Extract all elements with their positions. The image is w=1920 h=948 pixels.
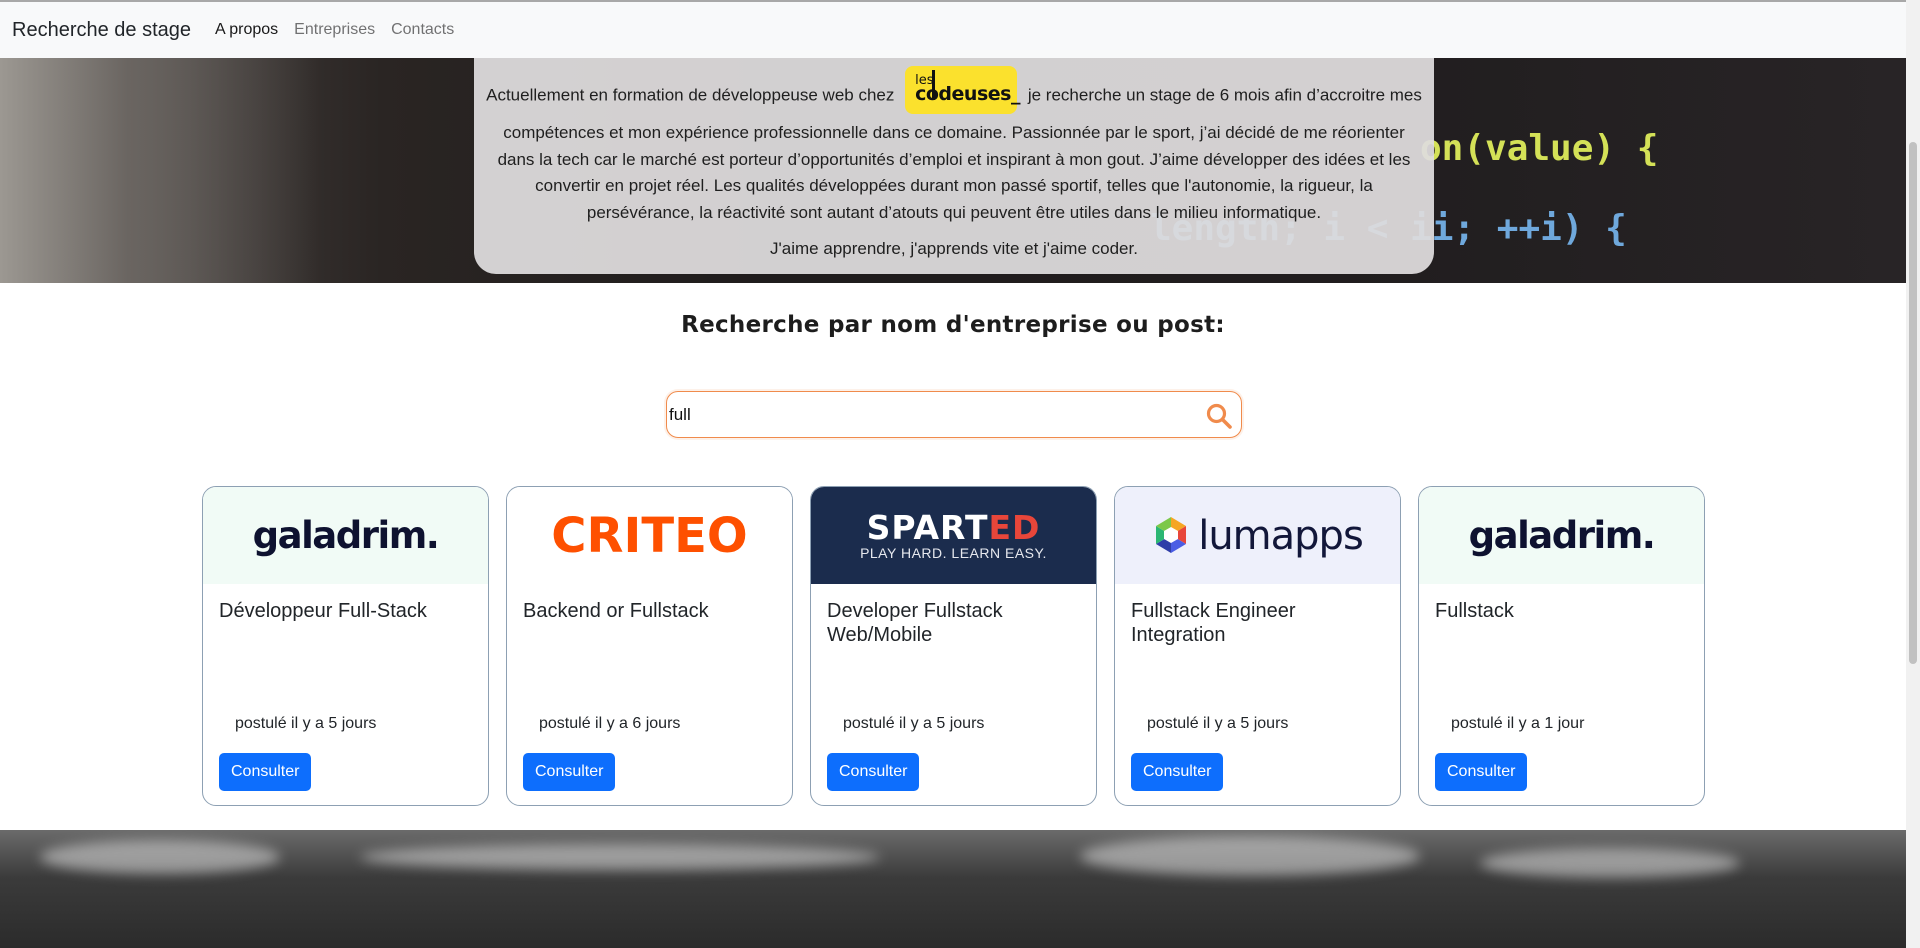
offer-applied-date: postulé il y a 5 jours xyxy=(235,715,377,732)
lumapps-hexagon-icon xyxy=(1156,516,1187,553)
offers-list: galadrim. Développeur Full-Stack postulé… xyxy=(202,486,1705,806)
navbar-brand[interactable]: Recherche de stage xyxy=(12,19,191,42)
company-logo-text: galadrim. xyxy=(252,514,440,557)
company-logo-tagline: PLAY HARD. LEARN EASY. xyxy=(860,544,1047,561)
offer-card: lumapps Fullstack Engineer Integration p… xyxy=(1114,486,1401,806)
offer-applied-date: postulé il y a 5 jours xyxy=(1147,715,1289,732)
consult-button[interactable]: Consulter xyxy=(523,753,616,791)
sparted-logo: SPARTED PLAY HARD. LEARN EASY. xyxy=(860,507,1047,561)
company-logo-text: galadrim. xyxy=(1468,514,1656,557)
lumapps-logo: lumapps xyxy=(1152,512,1364,559)
offer-title: Backend or Fullstack xyxy=(523,600,709,622)
offer-applied-date: postulé il y a 5 jours xyxy=(843,715,985,732)
offer-applied-date: postulé il y a 1 jour xyxy=(1451,715,1585,732)
search-title: Recherche par nom d'entreprise ou post: xyxy=(681,312,1225,338)
company-logo-sparted: SPARTED PLAY HARD. LEARN EASY. xyxy=(811,487,1096,584)
footer-background-image xyxy=(0,830,1906,948)
offer-title: Développeur Full-Stack xyxy=(219,600,427,622)
offer-title: Developer Fullstack Web/Mobile xyxy=(827,600,1003,646)
nav-link-a-propos[interactable]: A propos xyxy=(215,21,278,39)
page-scrollbar-thumb[interactable] xyxy=(1909,142,1917,664)
company-logo-lumapps: lumapps xyxy=(1115,487,1400,584)
offer-card: galadrim. Fullstack postulé il y a 1 jou… xyxy=(1418,486,1705,806)
company-logo-galadrim: galadrim. xyxy=(1419,487,1704,584)
offer-card: CRITEO Backend or Fullstack postulé il y… xyxy=(506,486,793,806)
company-logo-galadrim: galadrim. xyxy=(203,487,488,584)
company-logo-criteo: CRITEO xyxy=(507,487,792,584)
consult-button[interactable]: Consulter xyxy=(219,753,312,791)
nav-link-entreprises[interactable]: Entreprises xyxy=(294,21,375,39)
les-codeuses-logo: les codeuses_ xyxy=(905,66,1020,114)
company-logo-text: SPARTED xyxy=(866,507,1041,547)
about-panel: Actuellement en formation de développeus… xyxy=(474,58,1434,274)
offer-card: galadrim. Développeur Full-Stack postulé… xyxy=(202,486,489,806)
consult-button[interactable]: Consulter xyxy=(827,753,920,791)
offer-title: Fullstack Engineer Integration xyxy=(1131,600,1296,646)
logo-line-2: codeuses_ xyxy=(915,83,1020,105)
search-icon[interactable] xyxy=(1205,402,1233,430)
offer-applied-date: postulé il y a 6 jours xyxy=(539,715,681,732)
hero-code-line-1: on(value) { xyxy=(1420,128,1659,169)
navbar: Recherche de stage A propos Entreprises … xyxy=(0,2,1906,58)
search-bar xyxy=(666,391,1242,438)
consult-button[interactable]: Consulter xyxy=(1435,753,1528,791)
nav-link-contacts[interactable]: Contacts xyxy=(391,21,454,39)
about-closing: J'aime apprendre, j'apprends vite et j'a… xyxy=(770,239,1138,258)
about-text-start: Actuellement en formation de développeus… xyxy=(486,85,895,105)
offer-title: Fullstack xyxy=(1435,600,1514,622)
search-input[interactable] xyxy=(669,400,1169,430)
offer-card: SPARTED PLAY HARD. LEARN EASY. Developer… xyxy=(810,486,1097,806)
company-logo-text: CRITEO xyxy=(551,507,748,564)
consult-button[interactable]: Consulter xyxy=(1131,753,1224,791)
about-paragraph: Actuellement en formation de développeus… xyxy=(484,66,1424,226)
hero-laptop-shade xyxy=(0,58,320,283)
company-logo-text: lumapps xyxy=(1198,512,1364,559)
